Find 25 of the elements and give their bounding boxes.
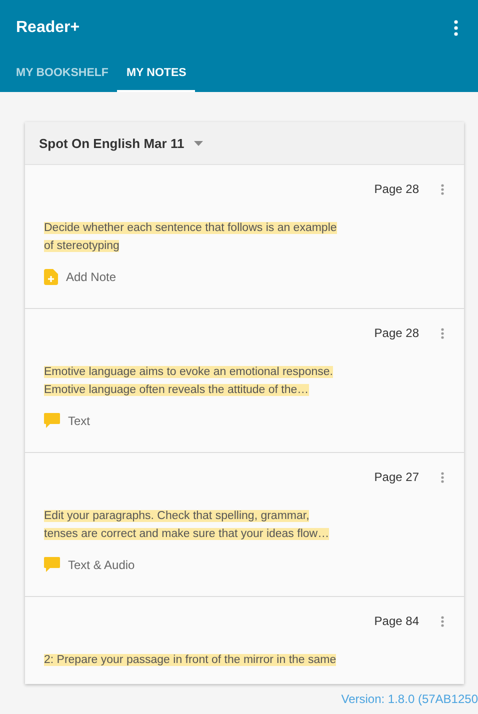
note-type-label: Text xyxy=(68,414,90,428)
more-options-icon[interactable] xyxy=(441,328,444,338)
comment-icon xyxy=(44,557,60,572)
more-options-icon[interactable] xyxy=(441,184,444,194)
more-options-icon[interactable] xyxy=(454,20,458,36)
page-number: Page 28 xyxy=(374,182,419,196)
highlighted-text: 2: Prepare your passage in front of the mirror in the same xyxy=(44,653,338,668)
page-number: Page 84 xyxy=(374,614,419,628)
more-options-icon[interactable] xyxy=(441,616,444,626)
version-text: Version: 1.8.0 (57AB1250 xyxy=(341,692,478,706)
tab[interactable]: MY NOTES xyxy=(117,56,196,92)
app-title: Reader+ xyxy=(16,19,80,37)
book-selector[interactable]: Spot On English Mar 11 xyxy=(25,122,464,165)
page-number: Page 28 xyxy=(374,326,419,340)
more-options-icon[interactable] xyxy=(441,472,444,482)
note-type-label: Text & Audio xyxy=(68,558,135,572)
tab[interactable]: MY BOOKSHELF xyxy=(0,56,118,92)
page-number: Page 27 xyxy=(374,470,419,484)
dropdown-caret-icon xyxy=(194,140,204,146)
add-note-icon[interactable] xyxy=(44,269,58,285)
highlighted-text: Edit your paragraphs. Check that spelling, grammar, tenses are correct and make sure that your ideas flow… xyxy=(44,509,330,542)
highlighted-text: Decide whether each sentence that follows is an example of stereotyping xyxy=(44,221,338,254)
add-note-link[interactable]: Add Note xyxy=(66,270,116,284)
comment-icon xyxy=(44,413,60,428)
highlighted-text: Emotive language aims to evoke an emotional response. Emotive language often reveals the attitude of the… xyxy=(44,365,334,398)
